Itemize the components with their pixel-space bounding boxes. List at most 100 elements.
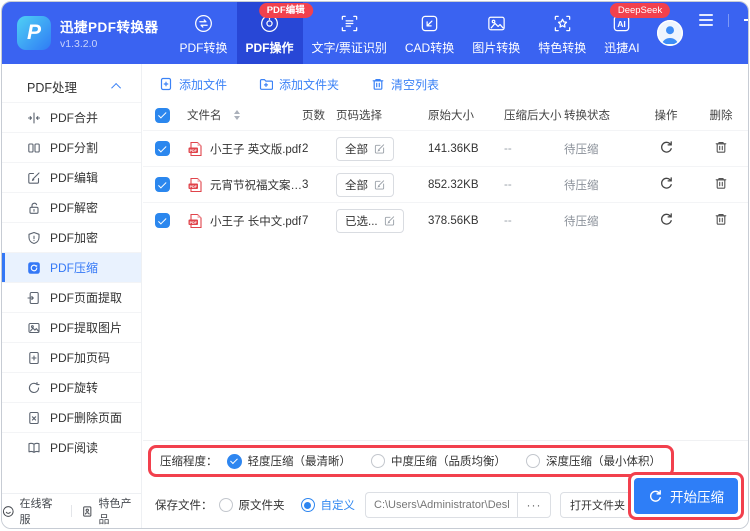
shield-icon bbox=[27, 231, 41, 245]
clear-list-button[interactable]: 清空列表 bbox=[371, 76, 439, 93]
sort-icon[interactable] bbox=[233, 110, 240, 120]
customer-service-icon bbox=[2, 505, 14, 517]
pdf-file-icon: PDF bbox=[188, 213, 202, 228]
sidebar-item-pdf-page-numbers[interactable]: PDF加页码 bbox=[2, 342, 141, 372]
sidebar: PDF处理 PDF合并 PDF分割 PDF编辑 PDF解密 PDF加密 PDF压… bbox=[2, 64, 142, 528]
compressed-size: -- bbox=[504, 214, 512, 227]
sidebar-item-label: PDF分割 bbox=[50, 141, 99, 155]
file-name: 小王子 英文版.pdf bbox=[210, 143, 302, 156]
status-text: 待压缩 bbox=[564, 143, 599, 156]
add-folder-button[interactable]: 添加文件夹 bbox=[259, 76, 339, 93]
sidebar-item-label: PDF提取图片 bbox=[50, 321, 123, 335]
original-size: 378.56KB bbox=[428, 214, 479, 227]
start-button-highlight-box: 开始压缩 bbox=[628, 472, 744, 520]
menu-icon[interactable] bbox=[698, 14, 713, 26]
sidebar-item-label: PDF旋转 bbox=[50, 381, 99, 395]
minimize-button[interactable] bbox=[743, 19, 748, 21]
row-checkbox[interactable] bbox=[155, 177, 170, 192]
col-page-select: 页码选择 bbox=[336, 110, 382, 122]
trash-icon[interactable] bbox=[714, 176, 728, 193]
tab-image-convert[interactable]: 图片转换 bbox=[463, 2, 529, 64]
tab-label: CAD转换 bbox=[404, 41, 455, 55]
rotate-icon bbox=[27, 381, 41, 395]
radio-checked-icon bbox=[300, 498, 315, 512]
svg-text:AI: AI bbox=[618, 19, 627, 29]
cad-convert-icon bbox=[419, 13, 440, 34]
refresh-icon[interactable] bbox=[659, 212, 674, 230]
tab-xunjie-ai[interactable]: DeepSeek AI 迅捷AI bbox=[595, 2, 671, 64]
extract-image-icon bbox=[27, 321, 41, 335]
col-filename: 文件名 bbox=[187, 110, 222, 122]
tab-ocr[interactable]: 文字/票证识别 bbox=[303, 2, 396, 64]
trash-icon[interactable] bbox=[714, 212, 728, 229]
page-select-button[interactable]: 全部 bbox=[336, 172, 394, 197]
sidebar-item-label: PDF编辑 bbox=[50, 171, 99, 185]
open-folder-button[interactable]: 打开文件夹 bbox=[560, 492, 635, 518]
sidebar-item-pdf-encrypt[interactable]: PDF加密 bbox=[2, 222, 141, 252]
page-select-button[interactable]: 已选... bbox=[336, 208, 404, 233]
controls-divider bbox=[727, 13, 729, 27]
featured-products-link[interactable]: 特色产品 bbox=[81, 495, 141, 527]
select-all-checkbox[interactable] bbox=[155, 107, 170, 123]
page-select-button[interactable]: 全部 bbox=[336, 136, 394, 161]
row-checkbox[interactable] bbox=[155, 213, 170, 228]
radio-medium-compression[interactable]: 中度压缩（品质均衡） bbox=[371, 453, 506, 469]
tab-pdf-operate[interactable]: PDF编辑 PDF操作 bbox=[236, 2, 313, 64]
compression-label: 压缩程度： bbox=[160, 456, 218, 468]
app-title: 迅捷PDF转换器 bbox=[60, 20, 159, 35]
sidebar-item-pdf-rotate[interactable]: PDF旋转 bbox=[2, 372, 141, 402]
primary-nav: PDF转换 PDF编辑 PDF操作 文字/票证识别 CAD转换 图片转换 特色转… bbox=[171, 2, 671, 64]
sidebar-group-pdf-processing[interactable]: PDF处理 bbox=[2, 70, 141, 102]
empty-area bbox=[143, 238, 748, 440]
tab-cad-convert[interactable]: CAD转换 bbox=[396, 2, 463, 64]
sidebar-item-pdf-extract-images[interactable]: PDF提取图片 bbox=[2, 312, 141, 342]
user-avatar[interactable] bbox=[656, 20, 683, 46]
compress-icon bbox=[27, 261, 41, 275]
extract-page-icon bbox=[27, 291, 41, 305]
file-pages: 7 bbox=[302, 214, 309, 227]
start-compress-button[interactable]: 开始压缩 bbox=[634, 478, 738, 514]
add-folder-icon bbox=[259, 79, 274, 90]
sidebar-item-label: PDF压缩 bbox=[50, 261, 99, 275]
book-icon bbox=[27, 441, 41, 455]
sidebar-item-pdf-compress[interactable]: PDF压缩 bbox=[2, 252, 141, 282]
main-panel: 添加文件 添加文件夹 清空列表 文件名 页数 页码选择 原始大小 压缩后大小 转… bbox=[143, 64, 748, 528]
tab-label: PDF转换 bbox=[179, 41, 228, 55]
radio-deep-compression[interactable]: 深度压缩（最小体积） bbox=[526, 453, 661, 469]
save-label: 保存文件： bbox=[155, 500, 213, 512]
sidebar-item-pdf-edit[interactable]: PDF编辑 bbox=[2, 162, 141, 192]
compressed-size: -- bbox=[504, 142, 512, 155]
clear-list-icon bbox=[372, 79, 384, 90]
tab-pdf-convert[interactable]: PDF转换 bbox=[171, 2, 237, 64]
refresh-icon[interactable] bbox=[659, 176, 674, 194]
sidebar-item-pdf-decrypt[interactable]: PDF解密 bbox=[2, 192, 141, 222]
table-header: 文件名 页数 页码选择 原始大小 压缩后大小 转换状态 操作 删除 bbox=[143, 100, 748, 130]
radio-light-compression[interactable]: 轻度压缩（最清晰） bbox=[226, 453, 351, 469]
row-checkbox[interactable] bbox=[155, 141, 170, 156]
browse-button[interactable]: ··· bbox=[517, 492, 551, 518]
sidebar-item-pdf-split[interactable]: PDF分割 bbox=[2, 132, 141, 162]
tab-label: 迅捷AI bbox=[604, 41, 640, 55]
sidebar-footer: 在线客服 特色产品 bbox=[2, 493, 141, 528]
sidebar-item-pdf-delete-pages[interactable]: PDF删除页面 bbox=[2, 402, 141, 432]
sidebar-item-label: PDF阅读 bbox=[50, 441, 99, 455]
save-path-input[interactable] bbox=[365, 492, 517, 518]
sidebar-item-pdf-read[interactable]: PDF阅读 bbox=[2, 432, 141, 462]
online-service-link[interactable]: 在线客服 bbox=[2, 495, 62, 527]
sidebar-item-pdf-extract-pages[interactable]: PDF页面提取 bbox=[2, 282, 141, 312]
file-name: 小王子 长中文.pdf bbox=[210, 215, 302, 228]
merge-icon bbox=[27, 111, 41, 125]
ocr-icon bbox=[339, 13, 360, 34]
radio-custom-folder[interactable]: 自定义 bbox=[300, 497, 355, 513]
delete-page-icon bbox=[27, 411, 41, 425]
footer-divider bbox=[71, 505, 72, 517]
table-row: PDF 元宵节祝福文案.pdf 3 全部 852.32KB -- 待压缩 bbox=[143, 166, 748, 202]
refresh-icon[interactable] bbox=[659, 140, 674, 158]
radio-original-folder[interactable]: 原文件夹 bbox=[218, 497, 285, 513]
original-size: 852.32KB bbox=[428, 178, 479, 191]
status-text: 待压缩 bbox=[564, 215, 599, 228]
tab-special-convert[interactable]: 特色转换 bbox=[529, 2, 595, 64]
trash-icon[interactable] bbox=[714, 140, 728, 157]
add-file-button[interactable]: 添加文件 bbox=[159, 76, 227, 93]
sidebar-item-pdf-merge[interactable]: PDF合并 bbox=[2, 102, 141, 132]
